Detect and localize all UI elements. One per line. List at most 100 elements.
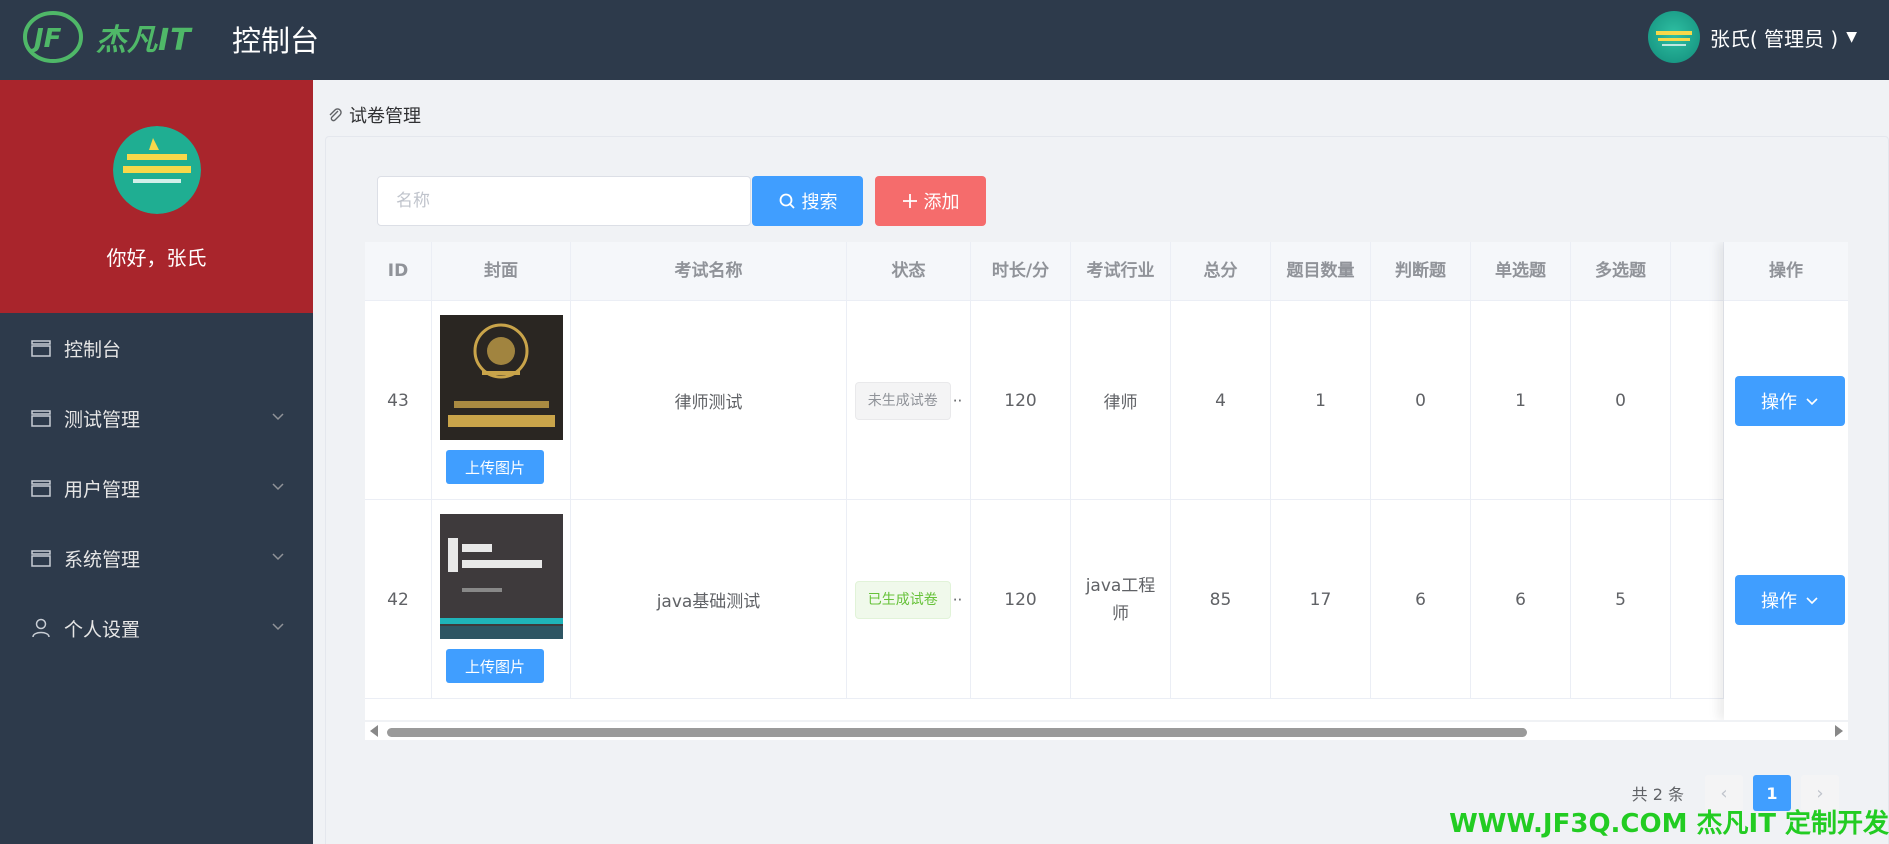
logo-text: 杰凡IT bbox=[96, 23, 192, 58]
profile-avatar bbox=[113, 126, 201, 214]
caret-down-icon: ▼ bbox=[1846, 29, 1857, 45]
table-header: ID 封面 考试名称 状态 时长/分 考试行业 总分 题目数量 判断题 单选题 … bbox=[365, 242, 1848, 301]
column-header: 判断题 bbox=[1371, 242, 1471, 301]
sidebar-item-user-management[interactable]: 用户管理 bbox=[0, 453, 313, 523]
cell-empty bbox=[1671, 301, 1724, 500]
column-header: 封面 bbox=[432, 242, 571, 301]
chevron-down-icon bbox=[272, 413, 284, 421]
add-button-label: 添加 bbox=[923, 192, 960, 213]
column-header: 题目数量 bbox=[1271, 242, 1371, 301]
page-title: 控制台 bbox=[232, 24, 320, 58]
cell-question-count: 1 bbox=[1271, 301, 1371, 500]
cell-empty bbox=[1671, 500, 1724, 699]
column-header: 操作 bbox=[1724, 242, 1848, 301]
sidebar-item-dashboard[interactable]: 控制台 bbox=[0, 313, 313, 383]
chevron-down-icon bbox=[272, 483, 284, 491]
cell-status: 未生成试卷 ·· bbox=[847, 301, 971, 500]
sidebar-menu: 控制台 测试管理 用户管理 系统管理 个人设置 bbox=[0, 313, 313, 663]
column-header: 多选题 bbox=[1571, 242, 1671, 301]
top-header: JF 杰凡IT 控制台 张氏( 管理员 ) ▼ bbox=[0, 0, 1889, 80]
sidebar-item-label: 用户管理 bbox=[64, 478, 141, 501]
cell-total-score: 4 bbox=[1171, 301, 1271, 500]
cell-total-score: 85 bbox=[1171, 500, 1271, 699]
logo-icon: JF bbox=[23, 11, 83, 63]
column-header: ID bbox=[365, 242, 432, 301]
status-badge: 已生成试卷 bbox=[854, 580, 951, 619]
cell-status: 已生成试卷 ·· bbox=[847, 500, 971, 699]
scroll-track[interactable] bbox=[387, 728, 1827, 737]
search-button-label: 搜索 bbox=[801, 192, 838, 213]
tray-icon bbox=[31, 480, 51, 497]
breadcrumb-label: 试卷管理 bbox=[349, 106, 421, 127]
content-card: 搜索 添加 ID 封面 考试名称 状态 时长/分 考试行业 总分 题目数量 判断… bbox=[325, 136, 1889, 844]
user-name: 张氏( 管理员 ) bbox=[1709, 26, 1839, 51]
cell-cover: 上传图片 bbox=[432, 301, 571, 500]
cell-judge: 6 bbox=[1371, 500, 1471, 699]
exam-table: ID 封面 考试名称 状态 时长/分 考试行业 总分 题目数量 判断题 单选题 … bbox=[365, 242, 1848, 720]
main-content: 试卷管理 搜索 添加 ID 封面 考试名称 状态 时长/分 考试行业 总分 题目… bbox=[313, 80, 1889, 844]
svg-text:JF: JF bbox=[29, 24, 62, 54]
cell-multi: 0 bbox=[1571, 301, 1671, 500]
chevron-down-icon bbox=[272, 553, 284, 561]
user-icon bbox=[32, 618, 50, 638]
cell-exam-name: java基础测试 bbox=[571, 500, 847, 699]
tray-icon bbox=[31, 410, 51, 427]
sidebar-item-test-management[interactable]: 测试管理 bbox=[0, 383, 313, 453]
cell-duration: 120 bbox=[971, 500, 1071, 699]
column-header: 单选题 bbox=[1471, 242, 1571, 301]
operation-label: 操作 bbox=[1761, 392, 1797, 413]
user-menu[interactable]: 张氏( 管理员 ) ▼ bbox=[1647, 11, 1857, 63]
table-row: 42 上传图片 java基础测试 已生成试卷 ·· 120 java工程师 85… bbox=[365, 500, 1848, 699]
search-icon bbox=[779, 193, 795, 209]
operation-dropdown-button[interactable]: 操作 bbox=[1735, 376, 1845, 426]
horizontal-scrollbar[interactable] bbox=[365, 722, 1848, 740]
cover-image bbox=[440, 315, 563, 440]
add-button[interactable]: 添加 bbox=[875, 176, 986, 226]
table-row: 43 上传图片 律师测试 未生成试卷 ·· 120 律师 4 1 0 1 0 bbox=[365, 301, 1848, 500]
chevron-down-icon bbox=[272, 623, 284, 631]
logo: JF 杰凡IT bbox=[22, 10, 192, 64]
footer-watermark: WWW.JF3Q.COM 杰凡IT 定制开发 bbox=[1449, 809, 1889, 839]
scroll-left-arrow-icon[interactable] bbox=[370, 725, 378, 737]
upload-image-button[interactable]: 上传图片 bbox=[446, 450, 544, 484]
search-button[interactable]: 搜索 bbox=[752, 176, 863, 226]
search-input[interactable] bbox=[377, 176, 751, 226]
sidebar-item-personal-settings[interactable]: 个人设置 bbox=[0, 593, 313, 663]
cell-id: 42 bbox=[365, 500, 432, 699]
operation-dropdown-button[interactable]: 操作 bbox=[1735, 575, 1845, 625]
tray-icon bbox=[31, 340, 51, 357]
scroll-thumb[interactable] bbox=[387, 728, 1527, 737]
ellipsis: ·· bbox=[952, 391, 963, 410]
cell-exam-name: 律师测试 bbox=[571, 301, 847, 500]
sidebar-item-system-management[interactable]: 系统管理 bbox=[0, 523, 313, 593]
upload-image-button[interactable]: 上传图片 bbox=[446, 649, 544, 683]
cell-industry: java工程师 bbox=[1071, 500, 1171, 699]
sidebar-item-label: 系统管理 bbox=[64, 548, 141, 571]
operation-label: 操作 bbox=[1761, 591, 1797, 612]
chevron-down-icon bbox=[1806, 597, 1818, 605]
breadcrumb: 试卷管理 bbox=[327, 102, 421, 128]
column-header: 状态 bbox=[847, 242, 971, 301]
sidebar-item-label: 测试管理 bbox=[64, 408, 141, 431]
avatar bbox=[1647, 11, 1700, 63]
cell-question-count: 17 bbox=[1271, 500, 1371, 699]
column-header: 时长/分 bbox=[971, 242, 1071, 301]
greeting: 你好，张氏 bbox=[106, 246, 207, 270]
sidebar: 你好，张氏 控制台 测试管理 用户管理 系统管理 个人设置 bbox=[0, 80, 313, 844]
cell-cover: 上传图片 bbox=[432, 500, 571, 699]
cell-id: 43 bbox=[365, 301, 432, 500]
cell-judge: 0 bbox=[1371, 301, 1471, 500]
column-header: 总分 bbox=[1171, 242, 1271, 301]
plus-icon bbox=[902, 194, 917, 208]
sidebar-item-label: 个人设置 bbox=[64, 618, 141, 641]
chevron-down-icon bbox=[1806, 398, 1818, 406]
sidebar-item-label: 控制台 bbox=[64, 338, 122, 361]
pagination-total: 共 2 条 bbox=[1631, 785, 1684, 804]
operation-column: 操作 操作 操作 bbox=[1724, 242, 1848, 720]
column-header: 考试名称 bbox=[571, 242, 847, 301]
cell-single: 1 bbox=[1471, 301, 1571, 500]
cell-duration: 120 bbox=[971, 301, 1071, 500]
column-header bbox=[1671, 242, 1724, 301]
ellipsis: ·· bbox=[952, 590, 963, 609]
scroll-right-arrow-icon[interactable] bbox=[1835, 725, 1843, 737]
